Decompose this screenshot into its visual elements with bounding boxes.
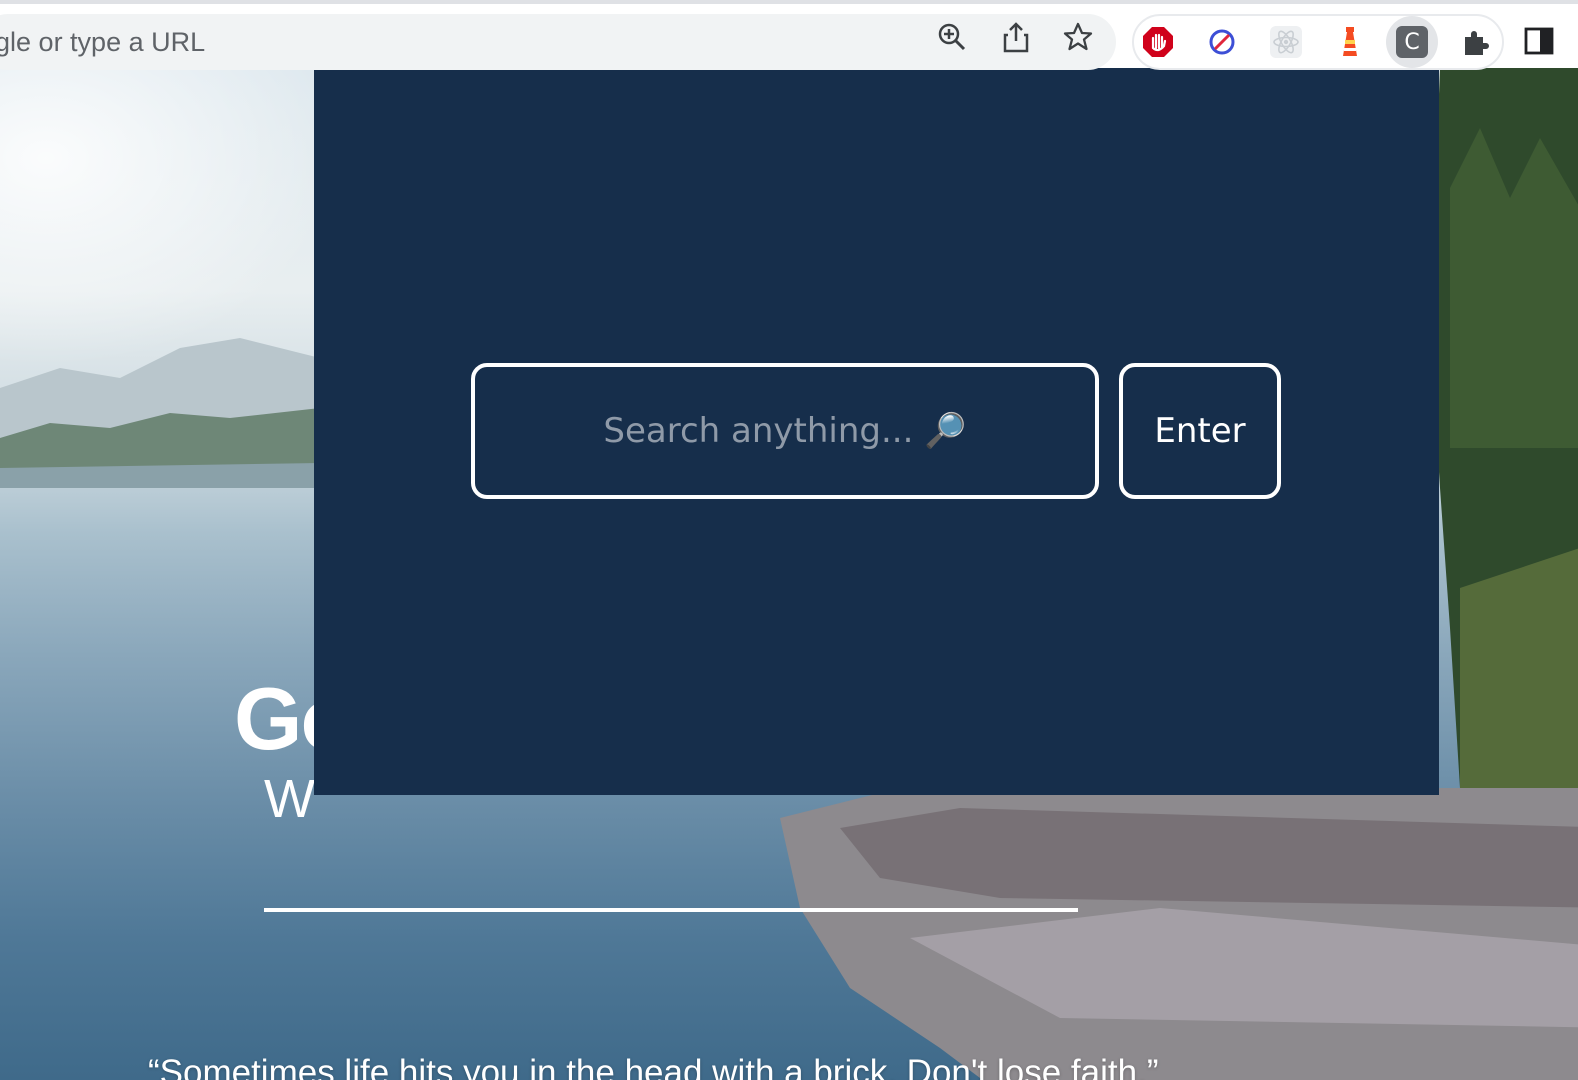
daily-quote: “Sometimes life hits you in the head wit… — [148, 1053, 1159, 1080]
distant-mountains — [0, 338, 320, 488]
block-site-icon[interactable] — [1206, 26, 1238, 58]
star-icon[interactable] — [1062, 21, 1094, 53]
rocky-shoreline — [780, 788, 1578, 1080]
omnibox-placeholder: ogle or type a URL — [0, 27, 206, 57]
sun-glow — [0, 68, 340, 368]
forest-hillside — [1430, 68, 1578, 788]
c-extension-letter: C — [1404, 29, 1420, 55]
zoom-in-icon[interactable] — [936, 21, 968, 53]
adblock-icon[interactable] — [1142, 26, 1174, 58]
lighthouse-icon[interactable] — [1334, 26, 1366, 58]
search-input[interactable] — [471, 363, 1099, 499]
browser-toolbar: ogle or type a URL C — [0, 0, 1578, 70]
puzzle-icon[interactable] — [1460, 26, 1492, 58]
share-icon[interactable] — [1000, 21, 1032, 53]
c-extension-icon[interactable]: C — [1396, 26, 1428, 58]
react-devtools-icon[interactable] — [1270, 26, 1302, 58]
focus-input-underline[interactable] — [264, 908, 1078, 912]
sub-greeting: W — [264, 769, 315, 829]
side-panel-icon[interactable] — [1524, 26, 1554, 56]
extension-popup: Enter — [314, 68, 1439, 795]
extensions-group — [1132, 14, 1504, 70]
enter-button[interactable]: Enter — [1119, 363, 1281, 499]
